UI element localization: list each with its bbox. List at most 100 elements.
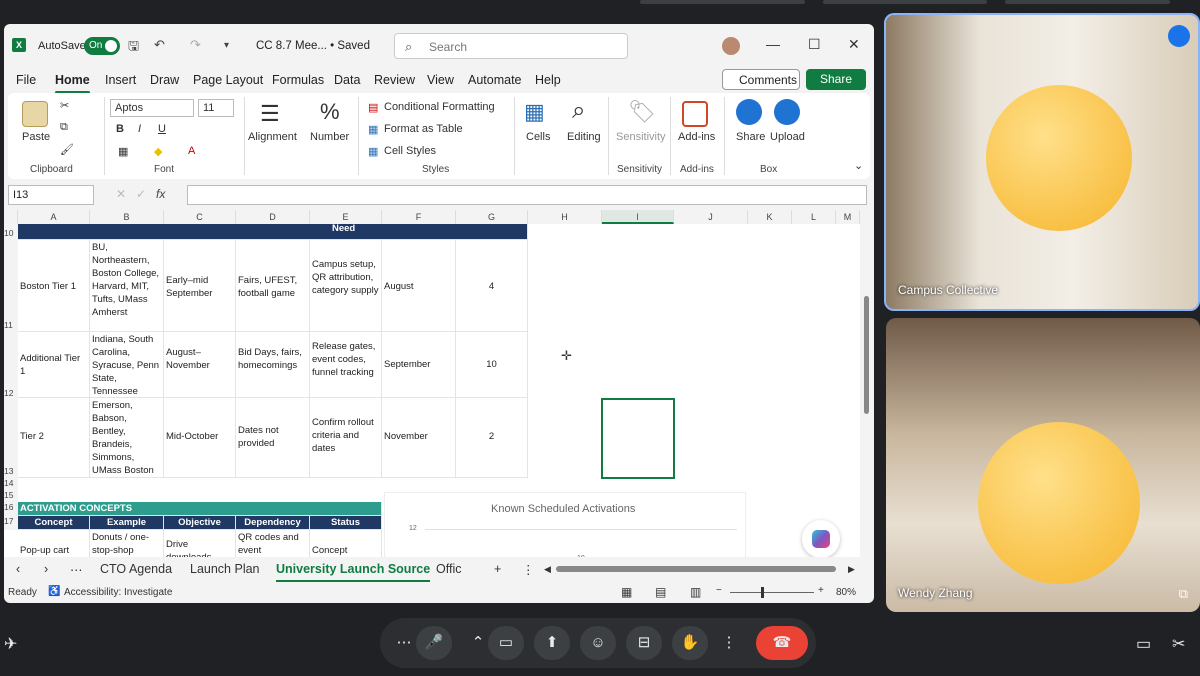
search-input[interactable]: ⌕ Search (394, 33, 628, 59)
enter-icon[interactable]: ✓ (136, 187, 146, 201)
cancel-icon[interactable]: ✕ (116, 187, 126, 201)
more-sheets-icon[interactable]: ⋯ (70, 562, 83, 577)
menu-review[interactable]: Review (374, 73, 415, 87)
menu-page-layout[interactable]: Page Layout (193, 73, 263, 87)
box-upload-button[interactable]: Upload (770, 131, 805, 143)
zoom-in-icon[interactable]: + (818, 585, 824, 596)
share-button[interactable]: Share (806, 69, 866, 90)
participant-tile[interactable]: Wendy Zhang ⧉ (886, 318, 1200, 612)
table-cell[interactable]: Indiana, South Carolina, Syracuse, Penn … (90, 332, 164, 398)
chat-icon[interactable]: ▭ (1136, 634, 1151, 654)
conditional-formatting-button[interactable]: Conditional Formatting (384, 101, 495, 113)
zoom-out-icon[interactable]: − (716, 585, 722, 596)
raise-hand-icon[interactable]: ✋ (672, 626, 708, 660)
row-header[interactable]: 14 (4, 478, 18, 490)
alignment-icon[interactable]: ☰ (260, 101, 280, 127)
editing-button[interactable]: Editing (567, 131, 601, 143)
table-cell[interactable]: Additional Tier 1 (18, 332, 90, 398)
insert-function-icon[interactable]: fx (156, 187, 165, 201)
addins-icon[interactable] (682, 101, 708, 127)
copilot-icon[interactable] (802, 520, 840, 558)
activation-concepts-title[interactable]: ACTIVATION CONCEPTS (18, 502, 382, 516)
format-painter-icon[interactable]: 🖌 (60, 143, 74, 156)
row-header[interactable]: 15 (4, 490, 18, 502)
prev-sheet-icon[interactable]: ‹ (16, 562, 20, 576)
camera-icon[interactable]: ▭ (488, 626, 524, 660)
table-cell[interactable]: 10 (456, 332, 528, 398)
table-cell[interactable]: Dates not provided (236, 398, 310, 478)
font-color-icon[interactable]: A (188, 145, 195, 157)
autosave-toggle[interactable]: On (84, 37, 120, 55)
table-cell[interactable]: Confirm rollout criteria and dates (310, 398, 382, 478)
captions-icon[interactable]: ⊟ (626, 626, 662, 660)
sheet-tab[interactable]: Offic (436, 562, 461, 576)
emoji-icon[interactable]: ☺ (580, 626, 616, 660)
sheet-tab[interactable]: Launch Plan (190, 562, 260, 576)
row-header[interactable]: 17 (4, 516, 18, 530)
redo-icon[interactable]: ↷ (190, 37, 201, 53)
addins-button[interactable]: Add-ins (678, 131, 715, 143)
sensitivity-icon[interactable]: 🏷 (628, 99, 656, 125)
comments-button[interactable]: Comments (722, 69, 800, 90)
table-cell[interactable]: August (382, 240, 456, 332)
host-controls-icon[interactable]: ✈ (4, 634, 17, 654)
table-cell[interactable]: 4 (456, 240, 528, 332)
scroll-right-icon[interactable]: ▶ (848, 564, 855, 575)
cells-icon[interactable]: ▦ (524, 99, 545, 125)
horizontal-scrollbar[interactable] (556, 566, 836, 572)
box-share-icon[interactable] (736, 99, 762, 125)
format-as-table-button[interactable]: Format as Table (384, 123, 463, 135)
row-header[interactable]: 11 (4, 240, 18, 332)
sheet-tab[interactable]: CTO Agenda (100, 562, 172, 576)
table-cell[interactable]: Campus setup, QR attribution, category s… (310, 240, 382, 332)
close-icon[interactable]: ✕ (848, 36, 860, 53)
table-cell[interactable]: Release gates, event codes, funnel track… (310, 332, 382, 398)
italic-icon[interactable]: I (138, 123, 141, 135)
table-cell[interactable]: August–November (164, 332, 236, 398)
table-cell[interactable]: Fairs, UFEST, football game (236, 240, 310, 332)
underline-icon[interactable]: U (158, 123, 166, 135)
sheet-options-icon[interactable]: ⋮ (522, 562, 535, 577)
column-header[interactable]: F (382, 210, 456, 224)
zoom-slider-thumb[interactable] (761, 587, 764, 598)
table-cell[interactable]: November (382, 398, 456, 478)
column-header[interactable]: B (90, 210, 164, 224)
table-header[interactable]: Concept (18, 516, 90, 530)
cut-icon[interactable]: ✂ (60, 99, 69, 112)
copy-icon[interactable]: ⧉ (60, 121, 68, 134)
row-header[interactable]: 16 (4, 502, 18, 516)
page-break-view-icon[interactable]: ▥ (690, 585, 701, 599)
column-header[interactable]: L (792, 210, 836, 224)
microphone-icon[interactable]: 🎤 (416, 626, 452, 660)
column-header[interactable]: E (310, 210, 382, 224)
font-name-select[interactable]: Aptos (110, 99, 194, 117)
column-header[interactable]: K (748, 210, 792, 224)
row-header[interactable]: 12 (4, 332, 18, 398)
menu-home[interactable]: Home (55, 73, 90, 94)
collapse-ribbon-icon[interactable]: ⌄ (854, 159, 863, 172)
spreadsheet-grid[interactable]: A B C D E F G H I J K L M 10 Need 11 Bos… (4, 210, 860, 570)
menu-file[interactable]: File (16, 73, 36, 87)
table-header[interactable]: Example (90, 516, 164, 530)
leave-call-icon[interactable]: ☎ (756, 626, 808, 660)
number-button[interactable]: Number (310, 131, 349, 143)
table-cell[interactable]: Mid-October (164, 398, 236, 478)
table-cell[interactable]: September (382, 332, 456, 398)
column-header[interactable]: H (528, 210, 602, 224)
menu-draw[interactable]: Draw (150, 73, 179, 87)
undo-icon[interactable]: ↶ (154, 37, 165, 53)
cell-styles-button[interactable]: Cell Styles (384, 145, 436, 157)
paste-icon[interactable] (22, 101, 48, 127)
borders-icon[interactable]: ▦ (118, 145, 128, 158)
table-cell[interactable]: 2 (456, 398, 528, 478)
table-cell[interactable]: Tier 2 (18, 398, 90, 478)
selected-cell-i13[interactable] (601, 398, 675, 479)
menu-help[interactable]: Help (535, 73, 561, 87)
normal-view-icon[interactable]: ▦ (621, 585, 632, 599)
column-header[interactable]: A (18, 210, 90, 224)
number-percent-icon[interactable]: % (320, 99, 340, 125)
row-header[interactable]: 10 (4, 224, 18, 240)
select-all-corner[interactable] (4, 210, 18, 224)
cells-button[interactable]: Cells (526, 131, 550, 143)
formula-input[interactable] (187, 185, 867, 205)
